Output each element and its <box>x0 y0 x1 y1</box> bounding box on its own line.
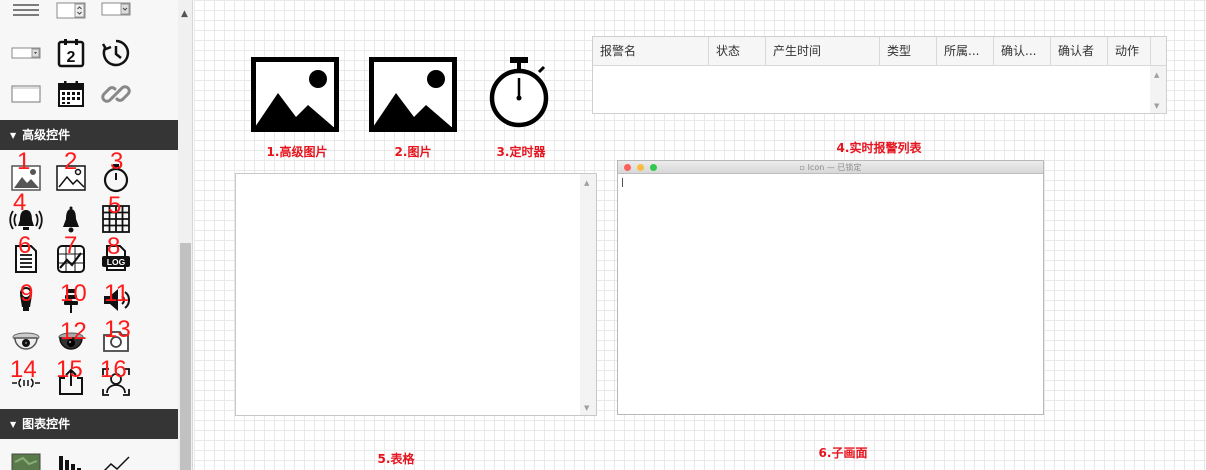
component-number-12: 12 <box>60 318 87 345</box>
collapse-triangle-icon: ▼ <box>10 420 17 429</box>
collapse-triangle-icon: ▼ <box>10 131 17 140</box>
component-number-14: 14 <box>10 356 37 383</box>
component-number-5: 5 <box>108 192 122 219</box>
scrollbar-thumb[interactable] <box>180 243 191 470</box>
textbox-icon[interactable] <box>10 78 42 110</box>
realtime-alarm-table[interactable]: 报警名 状态 产生时间 类型 所属... 确认... 确认者 动作 ▲ ▼ <box>592 36 1167 114</box>
scroll-up-icon[interactable]: ▲ <box>1154 71 1159 79</box>
bell-icon[interactable] <box>55 203 87 235</box>
column-header[interactable]: 类型 <box>880 37 937 65</box>
timer-widget[interactable] <box>487 56 551 128</box>
subwindow-titlebar[interactable]: ▫ Icon — 已锁定 <box>618 161 1043 174</box>
zoom-dot-icon[interactable] <box>650 164 657 171</box>
section-title: 高级控件 <box>22 128 71 142</box>
caption-table: 5.表格 <box>377 452 415 466</box>
combobox-icon[interactable] <box>10 37 42 69</box>
scroll-up-icon[interactable]: ▲ <box>584 179 589 187</box>
caption-alarm-list: 4.实时报警列表 <box>836 141 922 155</box>
table-widget[interactable]: ▲ ▼ <box>235 173 597 416</box>
column-header[interactable]: 动作 <box>1108 37 1151 65</box>
component-number-3: 3 <box>110 148 124 175</box>
component-number-15: 15 <box>56 356 83 383</box>
line-chart-icon[interactable] <box>100 449 132 470</box>
component-number-7: 7 <box>64 232 78 259</box>
image-large-icon <box>369 57 457 132</box>
svg-text:2: 2 <box>67 49 76 66</box>
component-number-16: 16 <box>100 356 127 383</box>
sidebar-scrollbar[interactable]: ▲ <box>178 0 192 470</box>
component-number-9: 9 <box>20 280 34 307</box>
clock-history-icon[interactable] <box>100 37 132 69</box>
component-number-2: 2 <box>64 148 78 175</box>
bar-chart-icon[interactable] <box>55 449 87 470</box>
caption-advanced-image: 1.高级图片 <box>266 145 328 159</box>
caption-image: 2.图片 <box>394 145 432 159</box>
map-icon[interactable] <box>10 449 42 470</box>
section-header-charts[interactable]: ▼ 图表控件 <box>0 409 178 439</box>
component-number-13: 13 <box>104 316 131 343</box>
close-dot-icon[interactable] <box>624 164 631 171</box>
table-scrollbar[interactable]: ▲ ▼ <box>580 174 596 415</box>
dropdown-icon[interactable] <box>100 0 132 22</box>
column-header[interactable]: 确认者 <box>1051 37 1108 65</box>
scroll-up-icon[interactable]: ▲ <box>181 9 188 19</box>
section-title: 图表控件 <box>22 417 71 431</box>
component-sidebar: 2 ▼ 高级控件 LOG 1 2 3 4 5 6 7 8 9 10 11 12 … <box>0 0 193 470</box>
component-number-8: 8 <box>107 233 121 260</box>
component-number-6: 6 <box>18 232 32 259</box>
component-number-1: 1 <box>17 148 31 175</box>
column-header[interactable]: 状态 <box>709 37 766 65</box>
minimize-dot-icon[interactable] <box>637 164 644 171</box>
subwindow-title: Icon — 已锁定 <box>807 163 862 172</box>
alarm-table-header: 报警名 状态 产生时间 类型 所属... 确认... 确认者 动作 <box>593 37 1166 66</box>
text-cursor <box>622 178 623 187</box>
list-lines-icon[interactable] <box>10 0 42 22</box>
component-number-10: 10 <box>60 280 87 307</box>
calendar-icon[interactable] <box>55 78 87 110</box>
caption-timer: 3.定时器 <box>496 145 546 159</box>
link-icon[interactable] <box>100 78 132 110</box>
column-header[interactable]: 确认... <box>994 37 1051 65</box>
scroll-down-icon[interactable]: ▼ <box>1154 102 1159 110</box>
dropdown-select-icon[interactable] <box>55 0 87 22</box>
scroll-down-icon[interactable]: ▼ <box>584 404 589 412</box>
image-widget[interactable] <box>369 57 457 132</box>
advanced-image-large-icon <box>251 57 339 132</box>
alarm-table-scrollbar[interactable]: ▲ ▼ <box>1150 66 1166 113</box>
date-number-icon[interactable]: 2 <box>55 37 87 69</box>
component-number-11: 11 <box>104 280 129 307</box>
timer-large-icon <box>489 57 549 128</box>
subscreen-widget[interactable]: ▫ Icon — 已锁定 <box>617 160 1044 415</box>
column-header[interactable]: 报警名 <box>593 37 709 65</box>
column-header[interactable]: 产生时间 <box>766 37 880 65</box>
caption-subscreen: 6.子画面 <box>818 446 868 460</box>
section-header-advanced[interactable]: ▼ 高级控件 <box>0 120 178 150</box>
column-header[interactable]: 所属... <box>937 37 994 65</box>
document-icon: ▫ <box>799 163 808 172</box>
advanced-image-widget[interactable] <box>251 57 339 132</box>
dome-camera-icon[interactable] <box>10 325 42 357</box>
design-canvas[interactable]: 1.高级图片 2.图片 3.定时器 报警名 状态 产生时间 类型 所属... 确… <box>194 0 1206 470</box>
component-number-4: 4 <box>13 189 27 216</box>
